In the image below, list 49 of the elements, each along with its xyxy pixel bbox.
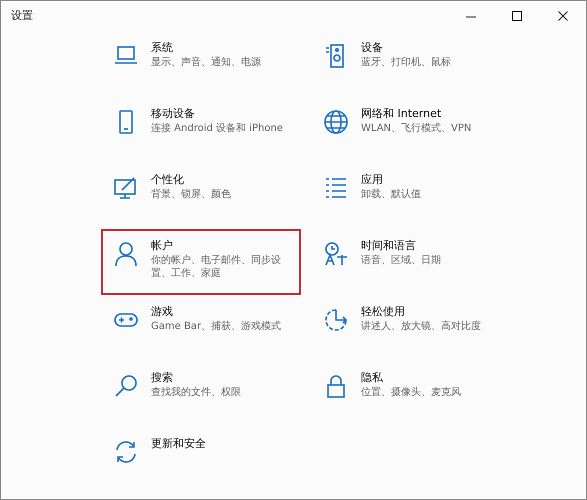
settings-tile[interactable]: 隐私 位置、摄像头、麦克风 [311,361,511,427]
tile-title: 轻松使用 [361,305,406,320]
window-title: 设置 [10,8,33,24]
clock-letter-icon [323,241,349,267]
settings-tile[interactable]: 游戏 Game Bar、捕获、游戏模式 [101,295,301,361]
settings-tile[interactable]: 帐户 你的帐户、电子邮件、同步设置、工作、家庭 [101,229,301,295]
tile-title: 帐户 [151,239,174,254]
settings-tile[interactable]: 设备 蓝牙、打印机、鼠标 [311,31,511,97]
paint-monitor-icon [113,175,139,201]
tile-description: 讲述人、放大镜、高对比度 [361,320,481,334]
tile-description: 查找我的文件、权限 [151,386,241,400]
dial-arrow-icon [323,307,349,333]
tile-description: WLAN、飞行模式、VPN [361,122,472,136]
tile-description: 连接 Android 设备和 iPhone [151,122,283,136]
settings-tile[interactable]: 轻松使用 讲述人、放大镜、高对比度 [311,295,511,361]
tile-title: 搜索 [151,371,174,386]
settings-tile[interactable]: 系统 显示、声音、通知、电源 [101,31,301,97]
person-icon [113,241,139,267]
close-button[interactable] [558,10,568,22]
list-icon [323,175,349,201]
settings-tile[interactable]: 搜索 查找我的文件、权限 [101,361,301,427]
sync-arrows-icon [113,439,139,465]
tile-description: 蓝牙、打印机、鼠标 [361,56,451,70]
settings-tile[interactable]: 时间和语言 语音、区域、日期 [311,229,511,295]
tile-title: 系统 [151,41,174,56]
tile-description: 位置、摄像头、麦克风 [361,386,461,400]
globe-icon [323,109,349,135]
settings-tile[interactable]: 网络和 Internet WLAN、飞行模式、VPN [311,97,511,163]
tile-title: 个性化 [151,173,185,188]
tile-description: 显示、声音、通知、电源 [151,56,261,70]
settings-tile[interactable]: 移动设备 连接 Android 设备和 iPhone [101,97,301,163]
tile-description: Game Bar、捕获、游戏模式 [151,320,282,334]
tile-title: 设备 [361,41,384,56]
tile-title: 更新和安全 [151,437,206,452]
tile-title: 网络和 Internet [361,107,442,122]
tile-title: 隐私 [361,371,384,386]
maximize-button[interactable] [512,10,522,22]
tile-description: 卸载、默认值 [361,188,421,202]
magnifier-icon [113,373,139,399]
tile-title: 应用 [361,173,384,188]
settings-tile[interactable]: 个性化 背景、锁屏、颜色 [101,163,301,229]
settings-tile[interactable]: 应用 卸载、默认值 [311,163,511,229]
tile-description: 语音、区域、日期 [361,254,441,268]
tile-description: 背景、锁屏、颜色 [151,188,231,202]
settings-tile[interactable]: 更新和安全 [101,427,301,493]
tile-title: 移动设备 [151,107,196,122]
tile-title: 时间和语言 [361,239,417,254]
tile-title: 游戏 [151,305,174,320]
tile-description: 你的帐户、电子邮件、同步设置、工作、家庭 [151,254,282,281]
